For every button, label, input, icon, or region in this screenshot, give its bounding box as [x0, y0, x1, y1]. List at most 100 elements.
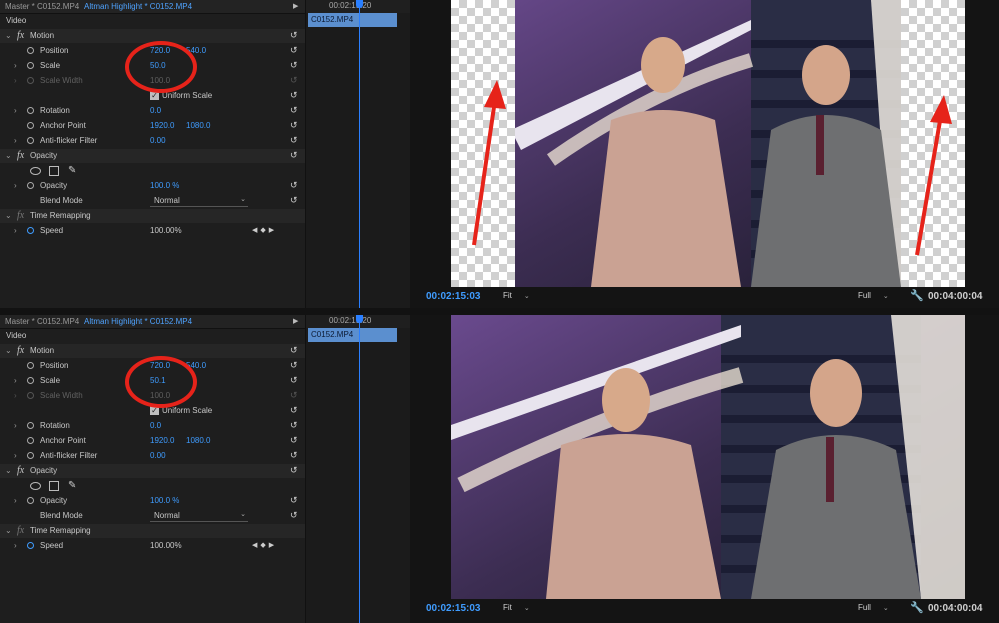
opacity-effect-row[interactable]: ⌄ fx Opacity ↺ [0, 149, 305, 163]
rectangle-mask-icon[interactable] [49, 481, 59, 491]
reset-icon[interactable]: ↺ [290, 465, 298, 476]
quality-dropdown[interactable]: Full ⌄ [858, 291, 889, 300]
expand-chevron-icon[interactable]: › [14, 376, 17, 385]
fx-icon[interactable]: fx [17, 345, 24, 356]
speed-value[interactable]: 100.00% [150, 226, 182, 235]
collapse-chevron-icon[interactable]: ⌄ [5, 31, 12, 40]
quality-dropdown[interactable]: Full ⌄ [858, 603, 889, 612]
reset-icon[interactable]: ↺ [290, 420, 298, 431]
opacity-value[interactable]: 100.0 % [150, 181, 179, 190]
rectangle-mask-icon[interactable] [49, 166, 59, 176]
current-timecode[interactable]: 00:02:15:03 [426, 291, 480, 302]
expand-chevron-icon[interactable]: › [14, 136, 17, 145]
blend-mode-dropdown[interactable]: Normal ⌄ [150, 195, 248, 207]
reset-icon[interactable]: ↺ [290, 510, 298, 521]
rotation-value[interactable]: 0.0 [150, 421, 161, 430]
anti-flicker-value[interactable]: 0.00 [150, 451, 166, 460]
playhead-handle-icon[interactable] [356, 0, 363, 8]
stopwatch-icon[interactable] [27, 122, 34, 129]
stopwatch-icon[interactable] [27, 377, 34, 384]
ellipse-mask-icon[interactable] [30, 167, 41, 175]
fx-icon[interactable]: fx [17, 210, 24, 221]
playhead[interactable] [359, 0, 360, 308]
speed-value[interactable]: 100.00% [150, 541, 182, 550]
ellipse-mask-icon[interactable] [30, 482, 41, 490]
expand-chevron-icon[interactable]: › [14, 106, 17, 115]
reset-icon[interactable]: ↺ [290, 180, 298, 191]
reset-icon[interactable]: ↺ [290, 30, 298, 41]
collapse-chevron-icon[interactable]: ⌄ [5, 526, 12, 535]
reset-icon[interactable]: ↺ [290, 120, 298, 131]
fx-icon[interactable]: fx [17, 150, 24, 161]
opacity-value[interactable]: 100.0 % [150, 496, 179, 505]
playhead[interactable] [359, 315, 360, 623]
reset-icon[interactable]: ↺ [290, 135, 298, 146]
pen-mask-icon[interactable]: ✎ [68, 165, 76, 176]
time-remapping-row[interactable]: ⌄ fx Time Remapping [0, 524, 305, 538]
wrench-icon[interactable]: 🔧 [910, 289, 924, 302]
tab-sequence[interactable]: Altman Highlight * C0152.MP4 [84, 317, 192, 326]
anchor-x-value[interactable]: 1920.0 [150, 436, 174, 445]
anchor-y-value[interactable]: 1080.0 [186, 436, 210, 445]
expand-arrow-icon[interactable]: ▶ [293, 2, 298, 10]
expand-chevron-icon[interactable]: › [14, 181, 17, 190]
timeline-clip[interactable]: C0152.MP4 [308, 328, 397, 342]
stopwatch-icon[interactable] [27, 227, 34, 234]
stopwatch-icon[interactable] [27, 422, 34, 429]
reset-icon[interactable]: ↺ [290, 360, 298, 371]
stopwatch-icon[interactable] [27, 47, 34, 54]
expand-chevron-icon[interactable]: › [14, 421, 17, 430]
wrench-icon[interactable]: 🔧 [910, 601, 924, 614]
anchor-y-value[interactable]: 1080.0 [186, 121, 210, 130]
collapse-chevron-icon[interactable]: ⌄ [5, 466, 12, 475]
expand-arrow-icon[interactable]: ▶ [293, 317, 298, 325]
stopwatch-icon[interactable] [27, 437, 34, 444]
expand-chevron-icon[interactable]: › [14, 496, 17, 505]
fx-icon[interactable]: fx [17, 30, 24, 41]
reset-icon[interactable]: ↺ [290, 435, 298, 446]
stopwatch-icon[interactable] [27, 362, 34, 369]
reset-icon[interactable]: ↺ [290, 45, 298, 56]
reset-icon[interactable]: ↺ [290, 60, 298, 71]
timeline-clip[interactable]: C0152.MP4 [308, 13, 397, 27]
stopwatch-icon[interactable] [27, 182, 34, 189]
collapse-chevron-icon[interactable]: ⌄ [5, 151, 12, 160]
expand-chevron-icon[interactable]: › [14, 61, 17, 70]
stopwatch-icon[interactable] [27, 107, 34, 114]
tab-master[interactable]: Master * C0152.MP4 [5, 2, 79, 11]
reset-icon[interactable]: ↺ [290, 90, 298, 101]
stopwatch-icon[interactable] [27, 62, 34, 69]
tab-master[interactable]: Master * C0152.MP4 [5, 317, 79, 326]
fit-dropdown[interactable]: Fit ⌄ [503, 291, 530, 300]
expand-chevron-icon[interactable]: › [14, 541, 17, 550]
tab-sequence[interactable]: Altman Highlight * C0152.MP4 [84, 2, 192, 11]
expand-chevron-icon[interactable]: › [14, 226, 17, 235]
reset-icon[interactable]: ↺ [290, 150, 298, 161]
reset-icon[interactable]: ↺ [290, 375, 298, 386]
keyframe-nav-icon[interactable]: ◀◆▶ [252, 541, 277, 549]
stopwatch-icon[interactable] [27, 542, 34, 549]
pen-mask-icon[interactable]: ✎ [68, 480, 76, 491]
reset-icon[interactable]: ↺ [290, 495, 298, 506]
reset-icon[interactable]: ↺ [290, 405, 298, 416]
stopwatch-icon[interactable] [27, 497, 34, 504]
playhead-handle-icon[interactable] [356, 315, 363, 323]
expand-chevron-icon[interactable]: › [14, 451, 17, 460]
collapse-chevron-icon[interactable]: ⌄ [5, 211, 12, 220]
collapse-chevron-icon[interactable]: ⌄ [5, 346, 12, 355]
anchor-x-value[interactable]: 1920.0 [150, 121, 174, 130]
rotation-value[interactable]: 0.0 [150, 106, 161, 115]
stopwatch-icon[interactable] [27, 452, 34, 459]
current-timecode[interactable]: 00:02:15:03 [426, 603, 480, 614]
fx-icon[interactable]: fx [17, 525, 24, 536]
fx-icon[interactable]: fx [17, 465, 24, 476]
reset-icon[interactable]: ↺ [290, 105, 298, 116]
keyframe-nav-icon[interactable]: ◀◆▶ [252, 226, 277, 234]
reset-icon[interactable]: ↺ [290, 450, 298, 461]
opacity-effect-row[interactable]: ⌄ fx Opacity ↺ [0, 464, 305, 478]
anti-flicker-value[interactable]: 0.00 [150, 136, 166, 145]
fit-dropdown[interactable]: Fit ⌄ [503, 603, 530, 612]
reset-icon[interactable]: ↺ [290, 195, 298, 206]
blend-mode-dropdown[interactable]: Normal ⌄ [150, 510, 248, 522]
reset-icon[interactable]: ↺ [290, 345, 298, 356]
